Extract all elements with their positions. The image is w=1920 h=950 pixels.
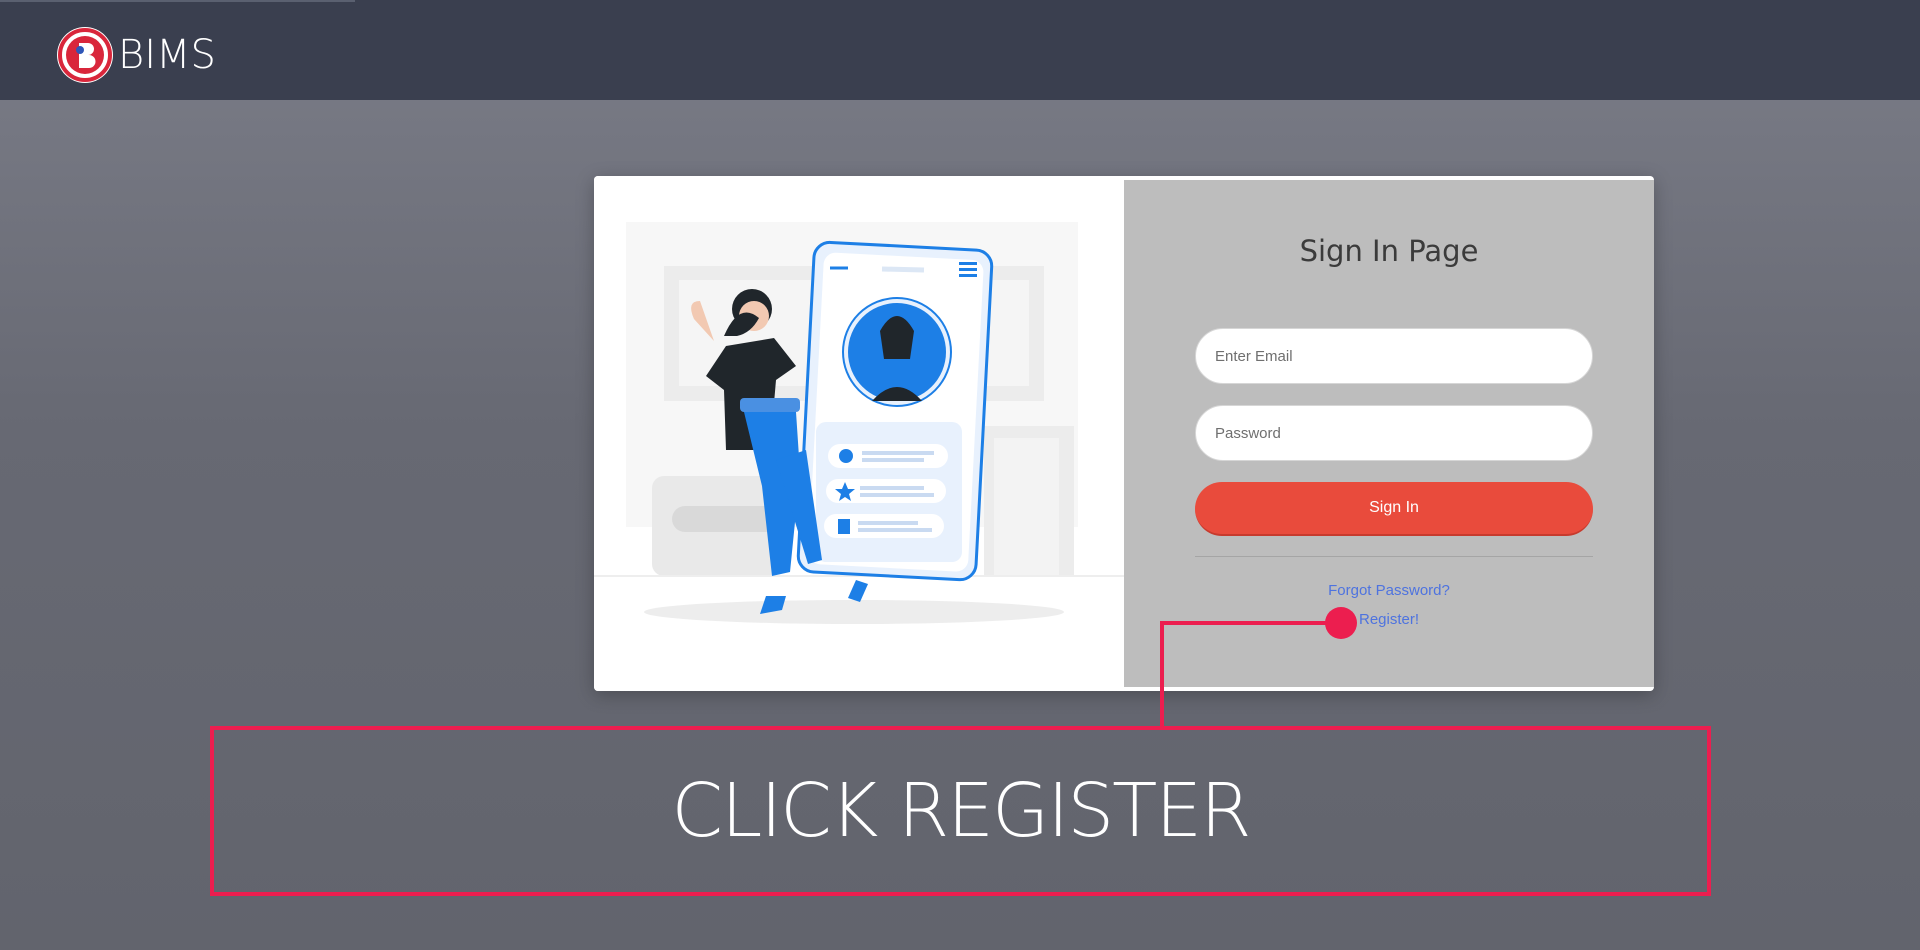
signin-illustration — [594, 176, 1124, 691]
loading-bar — [0, 0, 355, 2]
top-navbar: BIMS — [0, 0, 1920, 100]
callout-connector-vertical — [1160, 621, 1164, 727]
signin-button[interactable]: Sign In — [1195, 482, 1593, 536]
password-input[interactable]: Password — [1195, 405, 1593, 461]
forgot-password-link[interactable]: Forgot Password? — [1124, 582, 1654, 599]
signin-panel: Sign In Page Enter Email Password Sign I… — [1124, 180, 1654, 687]
callout-connector — [1160, 621, 1340, 625]
email-input[interactable]: Enter Email — [1195, 328, 1593, 384]
forgot-password-label[interactable]: Forgot Password? — [1328, 582, 1450, 599]
register-link[interactable]: Register! — [1124, 611, 1654, 628]
register-label[interactable]: Register! — [1359, 611, 1419, 628]
brand-logo[interactable]: BIMS — [56, 26, 216, 84]
password-placeholder: Password — [1215, 424, 1281, 442]
page-title: Sign In Page — [1299, 234, 1479, 268]
divider — [1195, 556, 1593, 557]
callout-text: CLICK REGISTER — [671, 768, 1251, 854]
email-placeholder: Enter Email — [1215, 347, 1293, 365]
signin-card: Sign In Page Enter Email Password Sign I… — [594, 176, 1654, 691]
bims-logo-icon — [57, 27, 113, 83]
brand-name: BIMS — [118, 32, 216, 78]
callout-marker — [1325, 607, 1357, 639]
callout-box: CLICK REGISTER — [210, 726, 1711, 896]
